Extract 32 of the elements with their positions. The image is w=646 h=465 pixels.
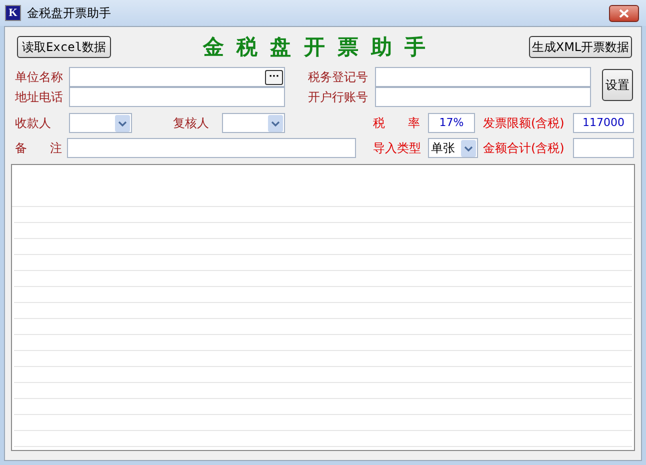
- field-label: 复核人: [173, 115, 210, 132]
- window-title: 金税盘开票助手: [27, 5, 111, 22]
- bank-account-field[interactable]: [375, 87, 591, 107]
- import-type-dropdown[interactable]: 单张: [428, 138, 478, 158]
- app-icon: K: [5, 5, 21, 21]
- company-name-field[interactable]: ···: [69, 67, 285, 87]
- field-label: 税 率: [373, 115, 422, 132]
- browse-button[interactable]: ···: [265, 70, 283, 84]
- invoice-limit-field[interactable]: 117000: [573, 113, 634, 133]
- tax-rate-field[interactable]: 17%: [428, 113, 475, 133]
- remarks-field[interactable]: [67, 138, 356, 158]
- field-label: 税务登记号: [308, 69, 369, 86]
- settings-button[interactable]: 设置: [602, 69, 633, 101]
- app-heading: 金税盘开票助手: [203, 33, 438, 62]
- field-label: 单位名称: [15, 69, 64, 86]
- field-label: 发票限额(含税): [483, 115, 566, 132]
- field-label: 开户行账号: [308, 89, 369, 106]
- field-label: 备 注: [15, 140, 64, 157]
- close-button[interactable]: [609, 4, 639, 22]
- field-label: 收款人: [15, 115, 52, 132]
- reviewer-dropdown[interactable]: [222, 113, 285, 133]
- generate-xml-button[interactable]: 生成XML开票数据: [529, 36, 632, 58]
- field-label: 金额合计(含税): [483, 140, 566, 157]
- payee-dropdown[interactable]: [69, 113, 132, 133]
- import-excel-button[interactable]: 读取Excel数据: [17, 36, 111, 58]
- tax-id-field[interactable]: [375, 67, 591, 87]
- total-amount-field[interactable]: [573, 138, 634, 158]
- field-label: 地址电话: [15, 89, 64, 106]
- address-phone-field[interactable]: [69, 87, 285, 107]
- close-icon: [619, 8, 629, 18]
- data-grid[interactable]: [11, 164, 635, 451]
- field-label: 导入类型: [373, 140, 422, 157]
